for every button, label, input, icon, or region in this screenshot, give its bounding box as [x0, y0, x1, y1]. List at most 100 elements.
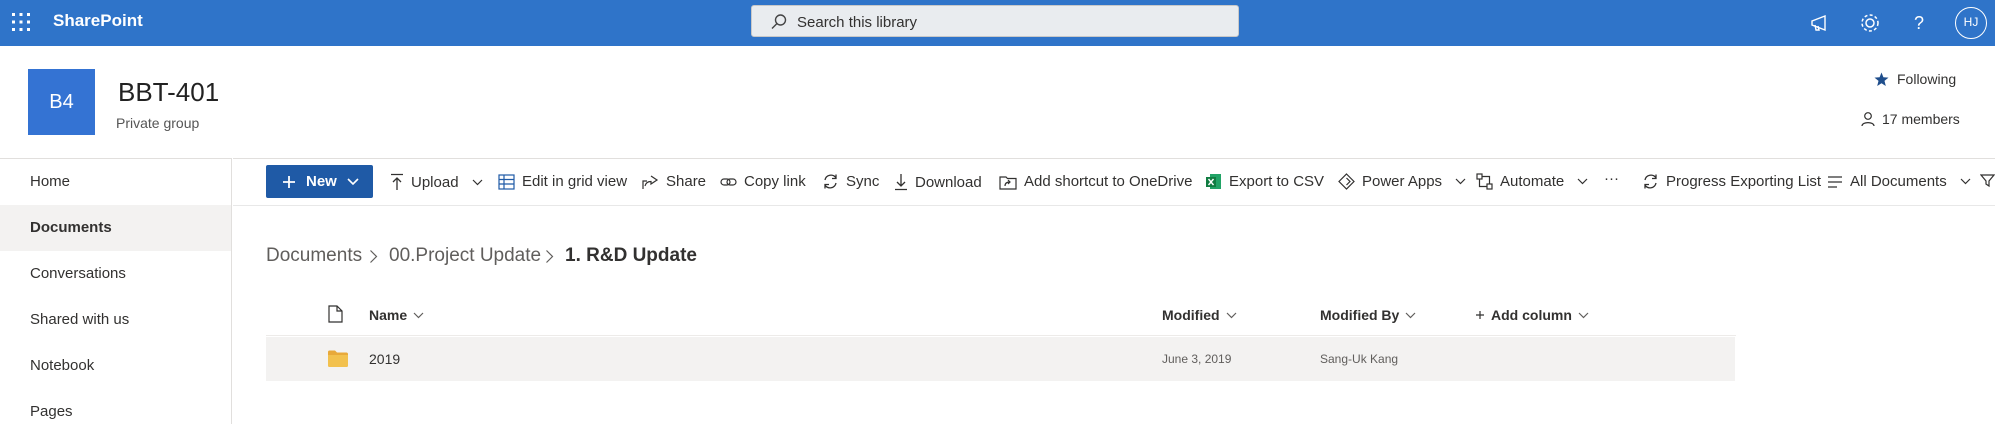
refresh-icon: [1644, 174, 1657, 189]
nav-item-pages[interactable]: Pages: [0, 389, 231, 424]
gear-icon[interactable]: [1857, 10, 1883, 36]
file-type-icon[interactable]: [328, 305, 343, 323]
column-header-modified-by[interactable]: Modified By: [1320, 307, 1416, 323]
edit-grid-view-button[interactable]: Edit in grid view: [498, 173, 627, 190]
more-commands-button[interactable]: ···: [1604, 170, 1619, 187]
power-apps-button[interactable]: Power Apps: [1338, 173, 1466, 190]
grid-icon: [498, 173, 515, 190]
svg-text:?: ?: [1914, 13, 1924, 33]
download-icon: [895, 174, 907, 191]
members-label: 17 members: [1882, 111, 1960, 127]
view-label: All Documents: [1850, 173, 1947, 190]
download-label: Download: [915, 173, 982, 191]
sync-button[interactable]: Sync: [822, 173, 879, 190]
link-icon: [720, 177, 737, 186]
site-title[interactable]: BBT-401: [118, 77, 219, 108]
list-view-icon: [1828, 175, 1842, 188]
chevron-right-icon: [370, 250, 378, 263]
column-header-name[interactable]: Name: [369, 307, 424, 323]
progress-export-button[interactable]: Progress Exporting List: [1642, 173, 1821, 190]
site-subtitle: Private group: [116, 115, 200, 131]
search-icon: [771, 14, 787, 29]
filter-icon: [1980, 174, 1995, 188]
export-csv-button[interactable]: Export to CSV: [1205, 173, 1324, 190]
item-name[interactable]: 2019: [369, 351, 400, 367]
help-icon[interactable]: ?: [1906, 10, 1932, 36]
power-apps-label: Power Apps: [1362, 173, 1443, 190]
plus-icon: [1476, 311, 1484, 319]
chevron-down-icon: [1960, 178, 1971, 185]
automate-label: Automate: [1500, 173, 1565, 190]
sync-icon: [824, 174, 837, 189]
left-nav: Home Documents Conversations Shared with…: [0, 158, 232, 424]
suite-bar: SharePoint Search this library ? HJ: [0, 0, 1995, 46]
copy-link-label: Copy link: [744, 173, 806, 190]
view-switcher[interactable]: All Documents: [1827, 173, 1971, 190]
column-header-modified[interactable]: Modified: [1162, 307, 1237, 323]
sync-label: Sync: [846, 173, 880, 190]
filter-button[interactable]: [1980, 173, 1995, 188]
item-modified: June 3, 2019: [1162, 352, 1232, 366]
search-box[interactable]: Search this library: [751, 5, 1239, 37]
brand-name[interactable]: SharePoint: [53, 11, 143, 31]
column-name-label: Name: [369, 307, 408, 323]
person-icon: [1861, 112, 1875, 127]
following-label: Following: [1897, 71, 1957, 87]
list-item[interactable]: 2019 June 3, 2019 Sang-Uk Kang: [266, 337, 1735, 381]
chevron-down-icon: [1578, 312, 1589, 318]
nav-item-shared-with-us[interactable]: Shared with us: [0, 297, 231, 343]
plus-icon: [283, 175, 295, 188]
add-column-button[interactable]: Add column: [1475, 307, 1589, 323]
chevron-right-icon: [546, 250, 554, 263]
chevron-down-icon: [347, 177, 359, 185]
nav-item-notebook[interactable]: Notebook: [0, 343, 231, 389]
power-apps-icon: [1338, 173, 1355, 190]
column-modified-label: Modified: [1162, 307, 1220, 323]
chevron-down-icon: [1405, 312, 1416, 318]
add-shortcut-button[interactable]: Add shortcut to OneDrive: [999, 173, 1192, 190]
nav-item-home[interactable]: Home: [0, 159, 231, 205]
chevron-down-icon: [472, 179, 482, 185]
megaphone-icon[interactable]: [1808, 10, 1834, 36]
command-bar: New Upload Edit in grid view Share Copy: [233, 158, 1995, 206]
add-shortcut-label: Add shortcut to OneDrive: [1024, 173, 1193, 190]
chevron-down-icon: [1577, 178, 1588, 185]
excel-icon: [1206, 174, 1221, 189]
nav-item-conversations[interactable]: Conversations: [0, 251, 231, 297]
progress-export-label: Progress Exporting List: [1666, 173, 1822, 190]
site-logo: B4: [28, 69, 95, 135]
chevron-down-icon: [413, 312, 424, 318]
members-button[interactable]: 17 members: [1860, 111, 1960, 127]
breadcrumb-item-documents[interactable]: Documents: [266, 245, 362, 267]
download-button[interactable]: Download: [894, 173, 982, 191]
breadcrumb-item-rd-update: 1. R&D Update: [565, 245, 697, 266]
star-icon: [1874, 72, 1889, 86]
share-button[interactable]: Share: [642, 173, 706, 190]
nav-item-documents[interactable]: Documents: [0, 205, 231, 251]
following-button[interactable]: Following: [1874, 71, 1956, 87]
copy-link-button[interactable]: Copy link: [720, 173, 806, 190]
edit-grid-label: Edit in grid view: [522, 173, 628, 190]
automate-icon: [1476, 173, 1493, 190]
share-icon: [642, 175, 659, 189]
column-modified-by-label: Modified By: [1320, 307, 1400, 323]
new-label: New: [306, 173, 337, 190]
automate-button[interactable]: Automate: [1476, 173, 1588, 190]
upload-label: Upload: [411, 173, 459, 191]
search-placeholder: Search this library: [797, 14, 918, 31]
chevron-down-icon: [1226, 312, 1236, 318]
export-csv-label: Export to CSV: [1229, 173, 1325, 190]
avatar[interactable]: HJ: [1955, 7, 1987, 39]
breadcrumb-item-project-update[interactable]: 00.Project Update: [389, 245, 541, 267]
new-button[interactable]: New: [266, 165, 373, 198]
share-label: Share: [666, 173, 707, 190]
upload-icon: [391, 173, 403, 190]
item-modified-by[interactable]: Sang-Uk Kang: [1320, 352, 1398, 366]
upload-button[interactable]: Upload: [390, 173, 483, 191]
shortcut-icon: [999, 175, 1017, 190]
list-header: Name Modified Modified By Add column: [266, 296, 1736, 336]
app-launcher-icon[interactable]: [10, 11, 32, 33]
folder-icon: [328, 350, 348, 367]
add-column-label: Add column: [1491, 307, 1572, 323]
chevron-down-icon: [1455, 178, 1466, 185]
